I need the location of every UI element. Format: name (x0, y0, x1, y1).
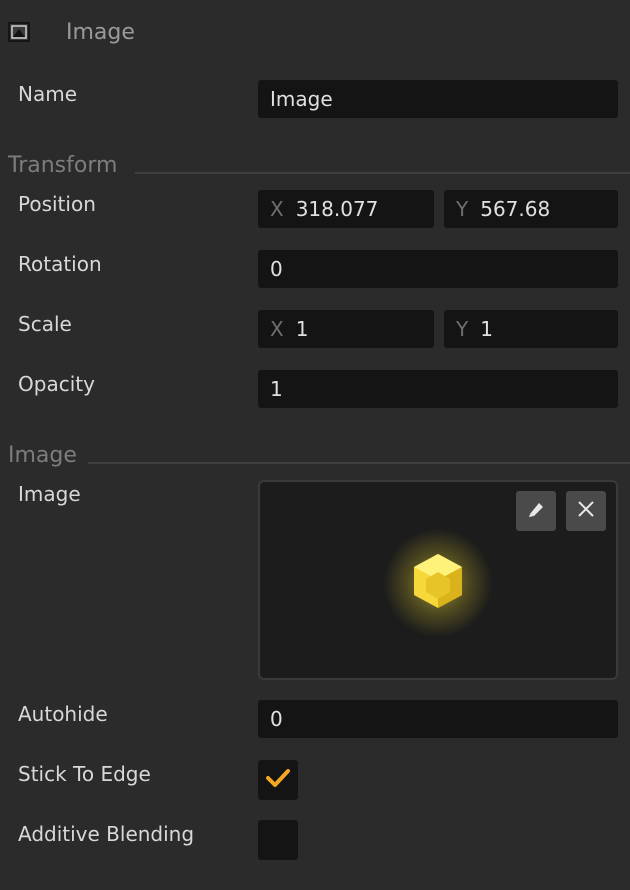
autohide-label: Autohide (18, 702, 108, 726)
pencil-icon (526, 499, 546, 523)
image-divider (88, 462, 630, 464)
edit-image-button[interactable] (516, 491, 556, 531)
x-axis-label: X (270, 197, 284, 221)
name-value: Image (270, 87, 333, 111)
clear-image-button[interactable] (566, 491, 606, 531)
position-x-field[interactable]: X 318.077 (258, 190, 434, 228)
scale-x-value: 1 (295, 317, 309, 341)
y-axis-label: Y (456, 317, 469, 341)
scale-x-field[interactable]: X 1 (258, 310, 434, 348)
additive-blending-checkbox[interactable] (258, 820, 298, 860)
checkmark-icon (265, 767, 291, 793)
y-axis-label: Y (456, 197, 469, 221)
image-component-icon (8, 22, 30, 42)
autohide-field[interactable]: 0 (258, 700, 618, 738)
position-x-value: 318.077 (295, 197, 379, 221)
transform-divider (135, 172, 630, 174)
image-section-title: Image (8, 443, 77, 468)
image-preview-cube (408, 550, 468, 619)
position-y-value: 567.68 (480, 197, 551, 221)
image-label: Image (18, 482, 81, 506)
opacity-label: Opacity (18, 372, 95, 396)
stick-to-edge-label: Stick To Edge (18, 762, 151, 786)
scale-y-value: 1 (480, 317, 493, 341)
panel-title: Image (66, 20, 135, 45)
position-label: Position (18, 192, 96, 216)
scale-y-field[interactable]: Y 1 (444, 310, 618, 348)
rotation-value: 0 (270, 257, 283, 281)
stick-to-edge-checkbox[interactable] (258, 760, 298, 800)
autohide-value: 0 (270, 707, 283, 731)
scale-label: Scale (18, 312, 72, 336)
rotation-label: Rotation (18, 252, 102, 276)
name-label: Name (18, 82, 78, 106)
additive-blending-label: Additive Blending (18, 822, 195, 846)
rotation-field[interactable]: 0 (258, 250, 618, 288)
x-axis-label: X (270, 317, 284, 341)
position-y-field[interactable]: Y 567.68 (444, 190, 618, 228)
opacity-value: 1 (270, 377, 283, 401)
opacity-field[interactable]: 1 (258, 370, 618, 408)
close-icon (576, 499, 596, 523)
transform-section-title: Transform (8, 153, 118, 178)
name-field[interactable]: Image (258, 80, 618, 118)
